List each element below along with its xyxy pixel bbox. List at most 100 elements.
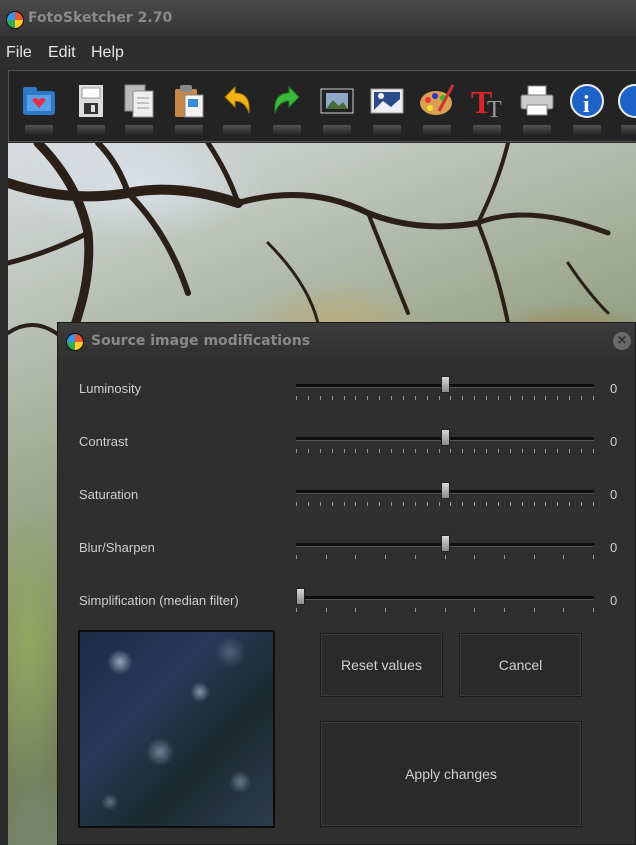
slider-tick [581, 449, 582, 453]
slider-tick [344, 396, 345, 400]
slider-thumb[interactable] [441, 429, 450, 446]
slider-tick [474, 555, 475, 559]
slider-tick [510, 449, 511, 453]
slider-tick [355, 396, 356, 400]
slider-tick [593, 502, 594, 506]
slider-tick [534, 502, 535, 506]
menu-file[interactable]: File [6, 44, 32, 62]
slider-tick [427, 449, 428, 453]
slider-tick [379, 502, 380, 506]
slider-tick [326, 608, 327, 612]
slider-thumb[interactable] [441, 376, 450, 393]
slider-tick [557, 502, 558, 506]
slider-tick [545, 502, 546, 506]
slider-tick [534, 608, 535, 612]
slider-tick [474, 396, 475, 400]
slider-tick [462, 502, 463, 506]
slider-tick [569, 449, 570, 453]
print-icon[interactable] [517, 81, 557, 135]
slider-tick [355, 502, 356, 506]
saturation-slider[interactable] [296, 479, 594, 509]
slider-tick [569, 396, 570, 400]
contrast-slider[interactable] [296, 426, 594, 456]
slider-tick [504, 555, 505, 559]
slider-tick [581, 396, 582, 400]
slider-tick [296, 449, 297, 453]
slider-tick [296, 555, 297, 559]
saturation-label: Saturation [79, 487, 139, 502]
contrast-label: Contrast [79, 434, 129, 449]
dialog-title-bar[interactable]: Source image modifications × [58, 323, 635, 359]
slider-tick [462, 449, 463, 453]
open-folder-icon[interactable] [19, 81, 59, 135]
simplification-slider[interactable] [296, 585, 594, 615]
slider-tick [427, 502, 428, 506]
slider-tick [355, 608, 356, 612]
reset-values-button[interactable]: Reset values [320, 633, 443, 697]
contrast-value: 0 [610, 434, 618, 449]
paste-icon[interactable] [169, 81, 209, 135]
slider-thumb[interactable] [296, 588, 305, 605]
menu-help[interactable]: Help [91, 44, 124, 62]
palette-icon[interactable] [417, 81, 457, 135]
slider-tick [534, 555, 535, 559]
slider-tick [355, 449, 356, 453]
slider-tick [326, 555, 327, 559]
luminosity-label: Luminosity [79, 381, 142, 396]
image-preview [78, 630, 275, 828]
slider-tick [486, 396, 487, 400]
save-icon[interactable] [71, 81, 111, 135]
redo-icon[interactable] [267, 81, 307, 135]
slider-tick [320, 449, 321, 453]
film-frame-icon[interactable] [317, 81, 357, 135]
title-bar: FotoSketcher 2.70 [0, 0, 636, 36]
slider-tick [415, 608, 416, 612]
fotosketcher-app-icon [6, 11, 24, 29]
slider-tick [385, 555, 386, 559]
copy-icon[interactable] [119, 81, 159, 135]
slider-tick [534, 449, 535, 453]
slider-tick [403, 502, 404, 506]
text-icon[interactable]: TT [467, 81, 507, 135]
cancel-button[interactable]: Cancel [459, 633, 582, 697]
blur-sharpen-value: 0 [610, 540, 618, 555]
image-landscape-icon[interactable] [367, 81, 407, 135]
svg-text:i: i [583, 92, 590, 118]
luminosity-slider[interactable] [296, 373, 594, 403]
slider-tick [403, 396, 404, 400]
slider-tick [450, 396, 451, 400]
slider-tick [308, 396, 309, 400]
slider-thumb[interactable] [441, 535, 450, 552]
slider-tick [367, 396, 368, 400]
slider-tick [415, 502, 416, 506]
slider-tick [391, 396, 392, 400]
slider-tick [462, 396, 463, 400]
slider-tick [296, 608, 297, 612]
slider-tick [569, 502, 570, 506]
slider-tick [391, 502, 392, 506]
window-title: FotoSketcher 2.70 [28, 10, 173, 26]
slider-tick [474, 449, 475, 453]
slider-tick [385, 608, 386, 612]
slider-tick [391, 449, 392, 453]
slider-tick [445, 555, 446, 559]
slider-tick [593, 555, 594, 559]
slider-tick [557, 396, 558, 400]
slider-tick [510, 396, 511, 400]
close-icon[interactable]: × [613, 332, 631, 350]
menu-edit[interactable]: Edit [48, 44, 76, 62]
info-icon[interactable]: i [567, 81, 607, 135]
slider-thumb[interactable] [441, 482, 450, 499]
slider-tick [510, 502, 511, 506]
apply-changes-button[interactable]: Apply changes [320, 721, 582, 827]
undo-icon[interactable] [217, 81, 257, 135]
slider-tick [498, 502, 499, 506]
blur-sharpen-slider[interactable] [296, 532, 594, 562]
slider-tick [563, 555, 564, 559]
help-icon[interactable] [615, 81, 636, 135]
slider-tick [415, 449, 416, 453]
menu-bar: File Edit Help [0, 36, 636, 68]
slider-tick [308, 502, 309, 506]
simplification-label: Simplification (median filter) [79, 593, 239, 608]
slider-tick [474, 502, 475, 506]
